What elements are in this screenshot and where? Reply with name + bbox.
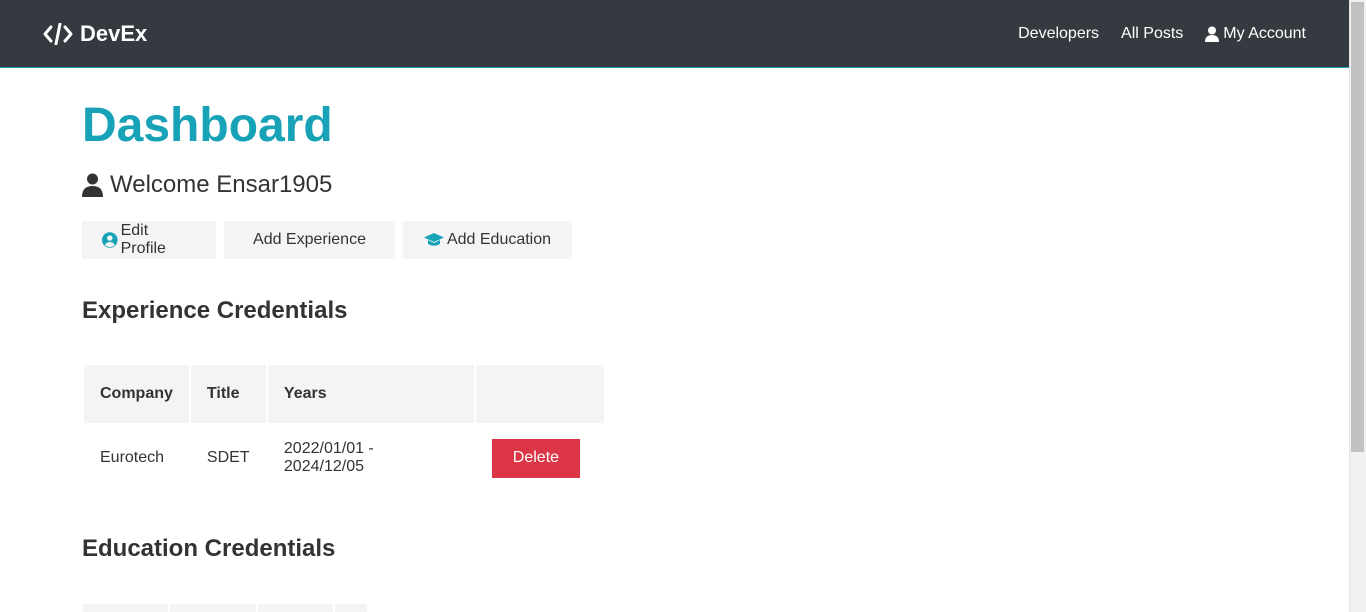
code-icon	[43, 22, 73, 45]
experience-table: Company Title Years Eurotech SDET 2022/0…	[82, 363, 606, 493]
add-education-label: Add Education	[446, 231, 552, 248]
add-experience-label: Add Experience	[253, 231, 366, 248]
brand-name: DevEx	[80, 20, 148, 46]
dashboard-container: Dashboard Welcome Ensar1905 Edit Profile…	[82, 68, 1262, 563]
education-table-header-cell	[258, 604, 333, 612]
education-table	[83, 604, 367, 612]
column-header-company: Company	[84, 365, 189, 423]
column-header-actions	[475, 365, 604, 423]
welcome-message: Welcome Ensar1905	[82, 169, 1262, 201]
scrollbar[interactable]	[1349, 0, 1366, 612]
edit-profile-label: Edit Profile	[120, 222, 166, 257]
page-title: Dashboard	[82, 99, 333, 152]
nav-my-account[interactable]: My Account	[1205, 25, 1306, 43]
cell-years: 2022/01/01 - 2024/12/05	[283, 440, 374, 475]
user-icon	[1205, 26, 1220, 42]
add-experience-button[interactable]: Add Experience	[224, 221, 395, 259]
experience-section-title: Experience Credentials	[82, 297, 348, 324]
delete-experience-button[interactable]: Delete	[491, 438, 580, 478]
table-row: Eurotech SDET 2022/01/01 - 2024/12/05 De…	[84, 425, 604, 491]
user-circle-icon	[102, 232, 118, 248]
education-table-header-cell	[335, 604, 367, 612]
add-education-button[interactable]: Add Education	[403, 221, 572, 259]
cell-company: Eurotech	[100, 449, 165, 466]
cell-actions: Delete	[476, 425, 604, 491]
nav-developers[interactable]: Developers	[1018, 25, 1099, 43]
column-header-title: Title	[190, 365, 266, 423]
scrollbar-thumb[interactable]	[1351, 2, 1364, 452]
education-table-header-cell	[170, 604, 256, 612]
welcome-text: Welcome Ensar1905	[110, 171, 333, 198]
edit-profile-button[interactable]: Edit Profile	[82, 221, 216, 259]
education-table-header-cell	[83, 604, 168, 612]
column-header-years: Years	[267, 365, 474, 423]
education-section-title: Education Credentials	[82, 535, 336, 562]
graduation-cap-icon	[423, 233, 444, 246]
user-icon	[82, 173, 103, 197]
brand-link[interactable]: DevEx	[43, 21, 147, 47]
navbar: DevEx Developers All Posts My Account	[0, 0, 1349, 68]
my-account-label: My Account	[1223, 24, 1306, 42]
cell-title: SDET	[206, 449, 250, 466]
nav-all-posts[interactable]: All Posts	[1121, 25, 1183, 43]
nav-links: Developers All Posts My Account	[996, 25, 1306, 43]
table-header-row: Company Title Years	[84, 365, 604, 423]
dashboard-actions: Edit Profile Add Experience Add Educatio…	[82, 221, 1262, 259]
